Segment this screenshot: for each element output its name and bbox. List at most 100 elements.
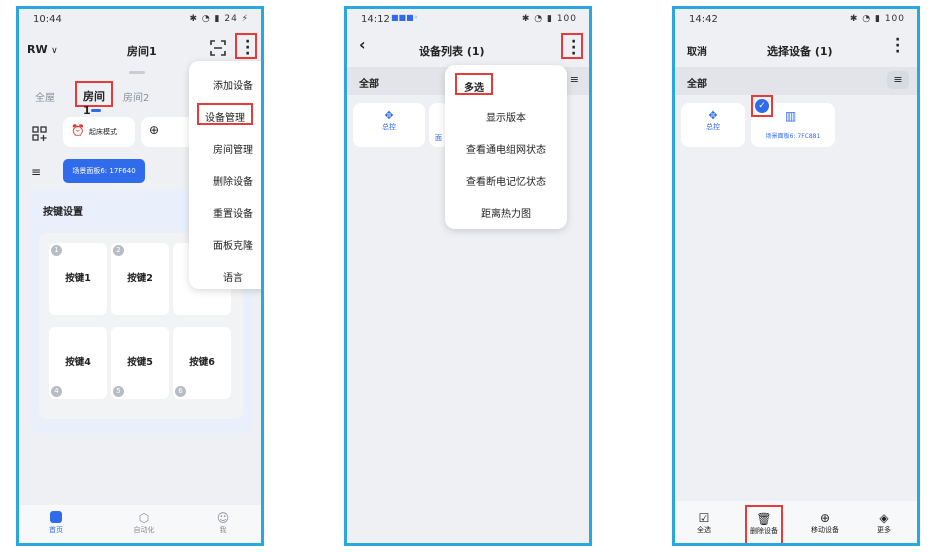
delete-device-label: 删除设备 bbox=[750, 527, 778, 535]
overflow-menu: 添加设备 设备管理 房间管理 删除设备 重置设备 面板克隆 语言 bbox=[189, 61, 261, 289]
overflow-menu: 多选 显示版本 查看通电组网状态 查看断电记忆状态 距离热力图 bbox=[445, 65, 567, 229]
device-chip[interactable]: 场景面板6: 17F640 bbox=[63, 159, 145, 183]
menu-item-device-management[interactable]: 设备管理 bbox=[197, 103, 253, 125]
delete-device-button[interactable]: 🗑 删除设备 bbox=[745, 505, 783, 543]
filter-label[interactable]: 全部 bbox=[359, 75, 379, 90]
checkbox-icon: ☑ bbox=[698, 511, 710, 525]
filter-bar: 全部 ≡ bbox=[675, 67, 917, 95]
scan-icon[interactable] bbox=[209, 39, 227, 57]
key-number: 1 bbox=[51, 245, 62, 256]
status-time: 10:44 bbox=[33, 14, 62, 25]
menu-item-network-status[interactable]: 查看通电组网状态 bbox=[445, 141, 567, 156]
cancel-button[interactable]: 取消 bbox=[687, 43, 707, 58]
key-button-1[interactable]: 1 按键1 bbox=[49, 243, 107, 315]
filter-label[interactable]: 全部 bbox=[687, 75, 707, 90]
menu-item-label: 多选 bbox=[464, 83, 484, 94]
more-vertical-icon[interactable]: · · · bbox=[895, 33, 900, 59]
dpad-icon: ✥ bbox=[708, 109, 718, 122]
tab-whole-house[interactable]: 全屋 bbox=[35, 89, 55, 104]
phone-screen-room: 10:44 ✱ ◔ ▮ 24 ⚡ RW ∨ 房间1 · · · 全屋 房间1 房间2… bbox=[16, 6, 264, 546]
key-number: 6 bbox=[175, 386, 186, 397]
device-label: 总控 bbox=[382, 123, 396, 131]
select-all-label: 全选 bbox=[697, 526, 711, 534]
scene-card-wake[interactable]: ⏰ 起床模式 bbox=[63, 117, 135, 147]
tab-room1-label: 房间1 bbox=[83, 90, 105, 117]
device-label: 总控 bbox=[706, 123, 720, 131]
trash-icon: 🗑 bbox=[756, 512, 772, 526]
menu-item-room-management[interactable]: 房间管理 bbox=[189, 141, 261, 156]
more-vertical-icon: · · · bbox=[571, 34, 577, 62]
menu-item-heatmap[interactable]: 距离热力图 bbox=[445, 205, 567, 220]
key-button-6[interactable]: 6 按键6 bbox=[173, 327, 231, 399]
menu-item-multi-select[interactable]: 多选 bbox=[455, 73, 493, 95]
scene-icon: ⊕ bbox=[149, 123, 160, 137]
more-label: 更多 bbox=[877, 526, 891, 534]
more-button[interactable]: ◈ 更多 bbox=[869, 511, 899, 535]
key-button-5[interactable]: 5 按键5 bbox=[111, 327, 169, 399]
alarm-icon: ⏰ bbox=[71, 124, 85, 137]
panel-title: 按键设置 bbox=[43, 207, 83, 218]
menu-item-reset-device[interactable]: 重置设备 bbox=[189, 205, 261, 220]
key-label: 按键6 bbox=[189, 357, 215, 368]
device-checkbox[interactable]: ✓ bbox=[751, 95, 773, 117]
device-label: 场景面板6: 7FC881 bbox=[765, 133, 821, 140]
status-time: 14:42 bbox=[689, 14, 718, 25]
home-name: RW bbox=[27, 43, 48, 56]
tab-home[interactable]: 首页 bbox=[43, 511, 69, 535]
status-bar: 14:42 ✱ ◔ ▮ 100 bbox=[675, 9, 917, 31]
back-icon[interactable]: ‹ bbox=[359, 35, 366, 54]
list-icon[interactable]: ≡ bbox=[570, 73, 579, 86]
device-card-master[interactable]: ✥ 总控 bbox=[681, 103, 745, 147]
status-time: 14:12 bbox=[361, 14, 390, 25]
key-number: 2 bbox=[113, 245, 124, 256]
tab-automation-label: 自动化 bbox=[133, 526, 155, 534]
drag-handle bbox=[129, 71, 145, 74]
menu-item-language[interactable]: 语言 bbox=[189, 269, 261, 284]
key-button-4[interactable]: 4 按键4 bbox=[49, 327, 107, 399]
tab-room2[interactable]: 房间2 bbox=[123, 89, 149, 104]
select-all-button[interactable]: ☑ 全选 bbox=[689, 511, 719, 535]
bottom-tab-bar: 首页 ⬡ 自动化 ☺ 我 bbox=[19, 505, 261, 543]
page-title: 房间1 bbox=[127, 45, 157, 58]
scene-label: 起床模式 bbox=[89, 128, 117, 136]
check-icon: ✓ bbox=[755, 99, 769, 113]
sort-icon[interactable]: ≡ bbox=[31, 165, 41, 179]
tab-room1[interactable]: 房间1 bbox=[75, 81, 113, 117]
menu-item-add-device[interactable]: 添加设备 bbox=[189, 77, 261, 92]
menu-item-label: 设备管理 bbox=[205, 113, 245, 124]
dpad-icon: ✥ bbox=[384, 109, 394, 122]
key-label: 按键2 bbox=[127, 273, 153, 284]
tab-home-label: 首页 bbox=[49, 526, 63, 534]
home-icon bbox=[50, 511, 62, 523]
page-title: 设备列表 (1) bbox=[419, 45, 485, 58]
menu-item-show-version[interactable]: 显示版本 bbox=[445, 109, 567, 124]
more-menu-button[interactable]: · · · bbox=[561, 33, 583, 62]
key-label: 按键5 bbox=[127, 357, 153, 368]
home-selector[interactable]: RW ∨ bbox=[27, 43, 58, 56]
tab-me-label: 我 bbox=[219, 526, 227, 534]
phone-screen-device-list: 14:12 ■■■◦ ✱ ◔ ▮ 100 ‹ 设备列表 (1) · · · 全部 ≡… bbox=[344, 6, 592, 546]
phone-screen-select-device: 14:42 ✱ ◔ ▮ 100 取消 选择设备 (1) · · · 全部 ≡ ✥ 总… bbox=[672, 6, 920, 546]
menu-item-delete-device[interactable]: 删除设备 bbox=[189, 173, 261, 188]
key-button-2[interactable]: 2 按键2 bbox=[111, 243, 169, 315]
key-number: 5 bbox=[113, 386, 124, 397]
cube-icon: ⬡ bbox=[138, 511, 150, 525]
chevron-down-icon: ∨ bbox=[51, 46, 58, 56]
add-scene-icon[interactable] bbox=[31, 125, 49, 143]
list-icon[interactable]: ≡ bbox=[887, 71, 909, 89]
tab-me[interactable]: ☺ 我 bbox=[211, 511, 235, 535]
key-label: 按键1 bbox=[65, 273, 91, 284]
move-device-button[interactable]: ⊕ 移动设备 bbox=[805, 511, 845, 535]
move-icon: ⊕ bbox=[819, 511, 831, 525]
menu-item-panel-clone[interactable]: 面板克隆 bbox=[189, 237, 261, 252]
key-number: 4 bbox=[51, 386, 62, 397]
device-card-master[interactable]: ✥ 总控 bbox=[353, 103, 425, 147]
notification-icons: ■■■◦ bbox=[391, 13, 419, 22]
status-bar: 10:44 ✱ ◔ ▮ 24 ⚡ bbox=[19, 9, 261, 31]
menu-item-power-memory[interactable]: 查看断电记忆状态 bbox=[445, 173, 567, 188]
profile-icon: ☺ bbox=[216, 511, 230, 525]
more-menu-button[interactable]: · · · bbox=[235, 33, 257, 61]
tab-automation[interactable]: ⬡ 自动化 bbox=[129, 511, 159, 535]
status-icons: ✱ ◔ ▮ 100 bbox=[521, 14, 577, 24]
layers-icon: ◈ bbox=[879, 511, 889, 525]
